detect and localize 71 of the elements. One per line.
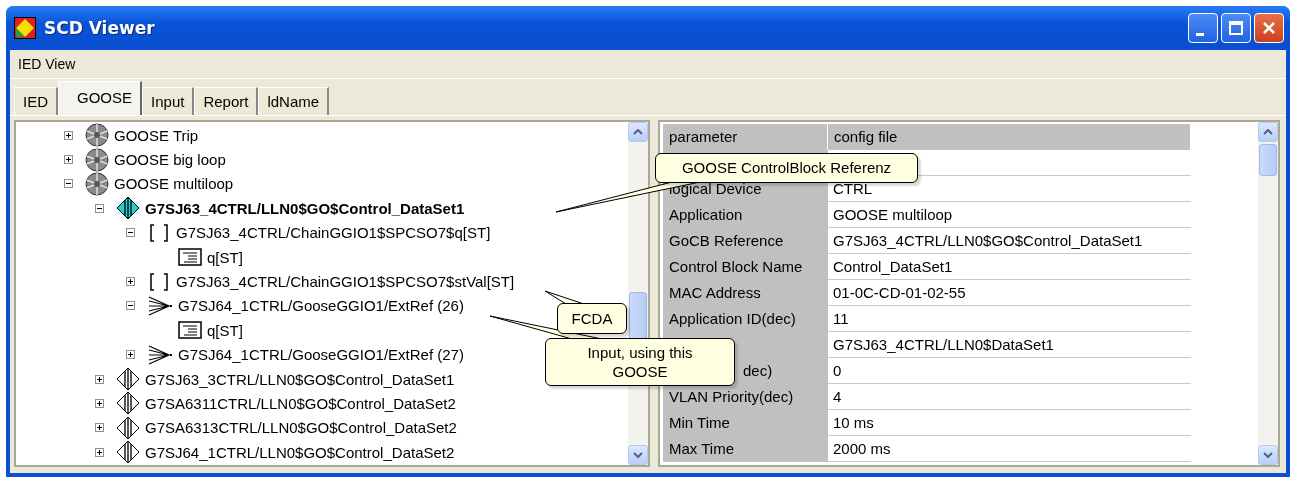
scroll-down-button[interactable] <box>628 445 648 465</box>
app-icon <box>14 17 36 39</box>
pointer-tooltip <box>544 290 585 305</box>
tree-item[interactable]: G7SJ64_1CTRL/GooseGGIO1/ExtRef (26) <box>178 297 464 315</box>
tab[interactable]: Input <box>142 87 195 115</box>
list-icon <box>178 320 202 341</box>
value-cell: 2000 ms <box>828 436 1191 462</box>
close-button[interactable] <box>1254 13 1284 43</box>
bracket-icon <box>147 221 171 244</box>
minimize-button[interactable] <box>1188 13 1218 43</box>
tree-item[interactable]: GOOSE multiloop <box>114 175 234 193</box>
parameter-cell: Application ID(dec) <box>663 306 828 332</box>
tree-item[interactable]: q[ST] <box>207 248 243 266</box>
tree-item[interactable]: G7SA6313CTRL/LLN0$GO$Control_DataSet2 <box>145 419 457 437</box>
maximize-icon <box>1228 20 1244 36</box>
parameter-cell: VLAN Priority(dec) <box>663 384 828 410</box>
scroll-up-button[interactable] <box>628 122 648 142</box>
tab[interactable]: Report <box>194 87 259 115</box>
parameter-cell: Min Time <box>663 410 828 436</box>
value-cell: 11 <box>828 306 1191 332</box>
value-cell: 4 <box>828 384 1191 410</box>
parameter-cell: Application <box>663 202 828 228</box>
tree-item[interactable]: GOOSE Trip <box>114 126 199 144</box>
scrollbar[interactable] <box>1258 122 1278 465</box>
value-cell: 10 ms <box>828 410 1191 436</box>
menu-item[interactable]: IED View <box>18 56 76 72</box>
tree-item[interactable]: G7SJ64_1CTRL/LLN0$GO$Control_DataSet2 <box>145 443 455 461</box>
value-cell: G7SJ63_4CTRL/LLN0$DataSet1 <box>828 332 1191 358</box>
chevron-up-icon <box>1263 129 1273 135</box>
maximize-button[interactable] <box>1221 13 1251 43</box>
wheel-icon <box>85 123 109 148</box>
value-cell: Control_DataSet1 <box>828 254 1191 280</box>
diamond-icon <box>116 196 140 221</box>
diamond-icon <box>116 391 140 416</box>
value-cell: GOOSE multiloop <box>828 202 1191 228</box>
parameter-cell: Control Block Name <box>663 254 828 280</box>
arrow-icon <box>147 343 173 366</box>
minimize-icon <box>1196 32 1204 36</box>
tree-item[interactable]: G7SJ63_3CTRL/LLN0$GO$Control_DataSet1 <box>145 370 455 388</box>
tree-item[interactable]: G7SJ63_4CTRL/ChainGGIO1$SPCSO7$stVal[ST] <box>176 273 515 291</box>
tree-item[interactable]: G7SJ64_1CTRL/GooseGGIO1/ExtRef (27) <box>178 346 464 364</box>
tab[interactable]: ldName <box>258 87 330 115</box>
bracket-icon <box>147 270 171 293</box>
tree-item[interactable]: G7SJ63_4CTRL/ChainGGIO1$SPCSO7$q[ST] <box>176 224 491 242</box>
diamond-icon <box>116 415 140 440</box>
tree-item[interactable]: G7SA6311CTRL/LLN0$GO$Control_DataSet2 <box>145 395 456 412</box>
list-icon <box>178 247 202 268</box>
wheel-icon <box>85 171 109 196</box>
scroll-thumb[interactable] <box>1259 144 1277 176</box>
value-cell: 0 <box>828 358 1191 384</box>
parameter-cell: MAC Address <box>663 280 828 306</box>
scroll-up-button[interactable] <box>1258 122 1278 142</box>
wheel-icon <box>85 147 109 172</box>
callout-tooltip: GOOSE ControlBlock Referenz <box>655 153 918 183</box>
window-title: SCD Viewer <box>44 18 156 38</box>
column-header: config file <box>828 124 1191 150</box>
chevron-down-icon <box>1263 452 1273 458</box>
value-cell: G7SJ63_4CTRL/LLN0$GO$Control_DataSet1 <box>828 228 1191 254</box>
tree-item[interactable]: GOOSE big loop <box>114 151 226 169</box>
value-cell: 01-0C-CD-01-02-55 <box>828 280 1191 306</box>
close-icon <box>1261 20 1277 36</box>
arrow-icon <box>147 294 173 317</box>
tree-item[interactable]: G7SJ63_4CTRL/LLN0$GO$Control_DataSet1 <box>145 199 465 217</box>
parameter-cell: GoCB Reference <box>663 228 828 254</box>
tree-item[interactable]: q[ST] <box>207 321 243 339</box>
scroll-down-button[interactable] <box>1258 445 1278 465</box>
chevron-up-icon <box>633 129 643 135</box>
diamond-icon <box>116 367 140 392</box>
tab[interactable]: GOOSE <box>58 81 143 115</box>
chevron-down-icon <box>633 452 643 458</box>
parameter-cell: Max Time <box>663 436 828 462</box>
